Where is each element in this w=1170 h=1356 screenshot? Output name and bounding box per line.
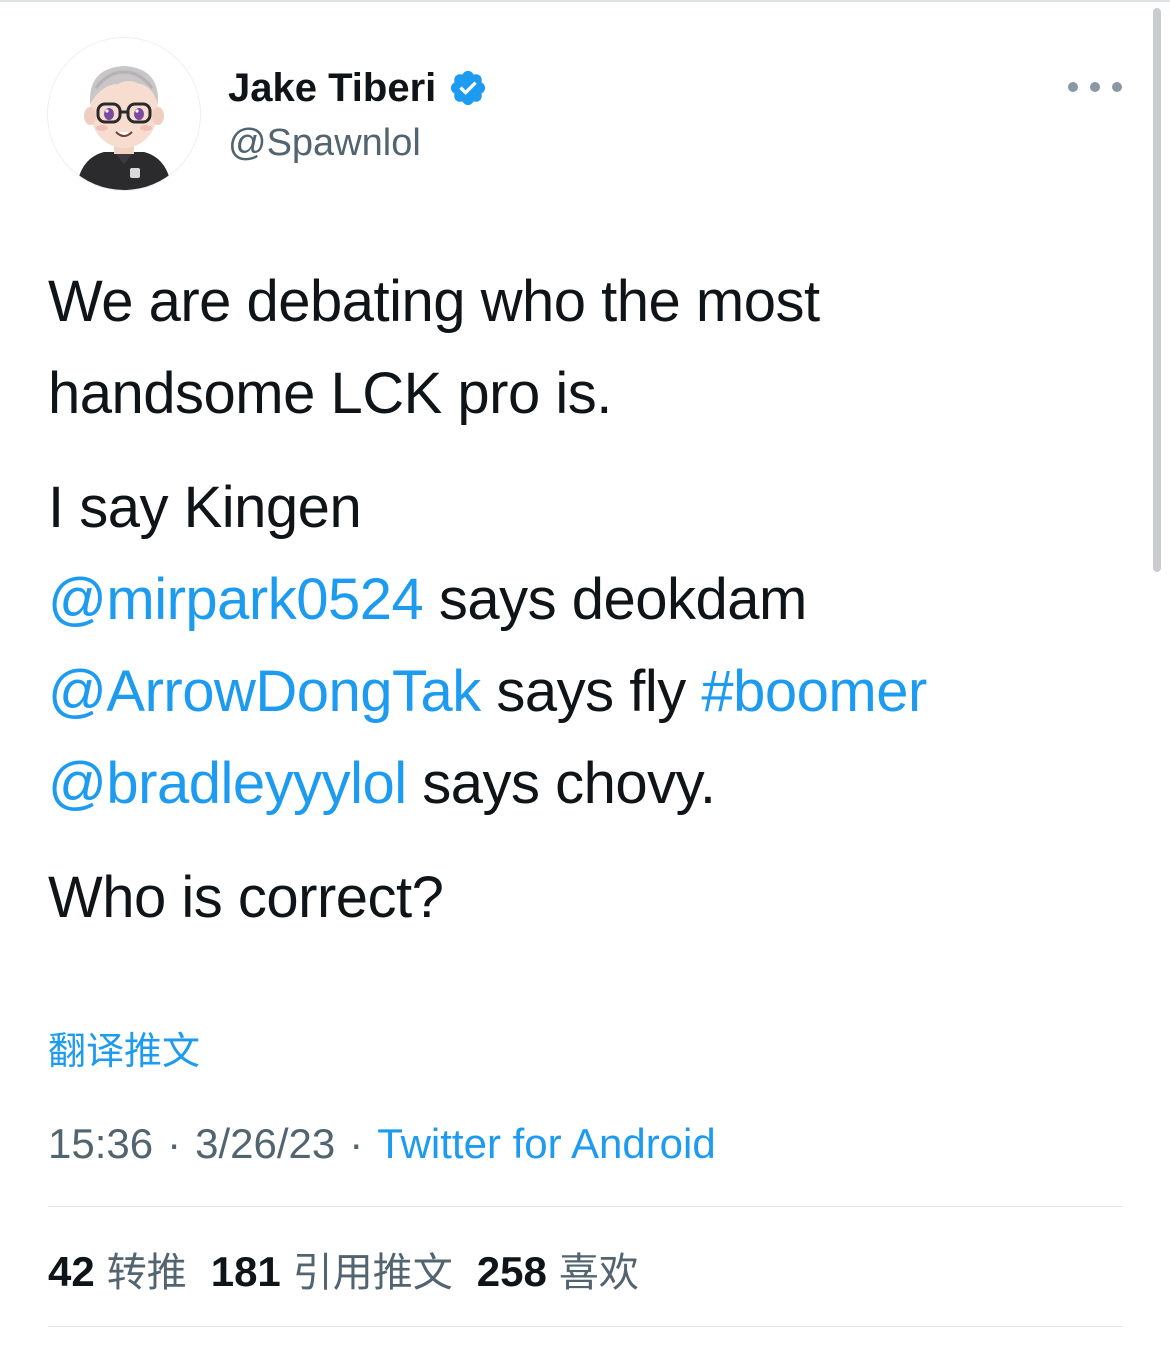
tweet-line: @ArrowDongTak says fly #boomer <box>48 646 1128 738</box>
scrollbar[interactable] <box>1153 8 1161 572</box>
tweet-source-link[interactable]: Twitter for Android <box>377 1120 715 1167</box>
verified-badge-icon <box>451 70 486 106</box>
likes-count: 258 <box>476 1248 547 1295</box>
avatar-illustration <box>48 38 200 190</box>
stats-top-divider <box>48 1206 1122 1207</box>
mention-link[interactable]: @ArrowDongTak <box>48 659 481 724</box>
tweet-meta: 15:36 · 3/26/23 · Twitter for Android <box>48 1118 716 1170</box>
tweet-line-text: says fly <box>480 659 702 724</box>
display-name-text: Jake Tiberi <box>228 66 437 110</box>
tweet-text: We are debating who the most handsome LC… <box>48 256 1128 944</box>
retweets-count: 42 <box>48 1248 95 1295</box>
tweet-line-text: Who is correct? <box>48 865 444 930</box>
avatar[interactable] <box>48 38 200 190</box>
tweet-line: I say Kingen <box>48 462 1128 554</box>
tweet-line: @bradleyyylol says chovy. <box>48 738 1128 830</box>
translate-tweet-link[interactable]: 翻译推文 <box>48 1026 200 1076</box>
mention-link[interactable]: @bradleyyylol <box>48 751 407 816</box>
more-dot <box>1112 82 1122 92</box>
retweets-stat[interactable]: 42 转推 <box>48 1240 187 1298</box>
tweet-line-text: says chovy. <box>406 751 716 816</box>
tweet-line-text: says deokdam <box>423 567 807 632</box>
tweet-line: Who is correct? <box>48 852 1128 944</box>
top-divider <box>0 0 1170 2</box>
hashtag-link[interactable]: #boomer <box>701 659 927 724</box>
tweet-line: We are debating who the most <box>48 256 1128 348</box>
meta-separator: · <box>167 1120 182 1167</box>
author-display-name[interactable]: Jake Tiberi <box>228 62 488 114</box>
likes-stat[interactable]: 258 喜欢 <box>477 1240 639 1298</box>
retweets-label: 转推 <box>106 1250 187 1296</box>
stats-bottom-divider <box>48 1326 1122 1327</box>
quotes-count: 181 <box>210 1248 281 1295</box>
tweet-stats: 42 转推 181 引用推文 258 喜欢 <box>48 1240 663 1298</box>
tweet-line-text: We are debating who the most <box>48 269 820 334</box>
more-options-icon[interactable] <box>1068 72 1122 102</box>
tweet-line-text: handsome LCK pro is. <box>48 361 612 426</box>
meta-separator: · <box>349 1120 364 1167</box>
mention-link[interactable]: @mirpark0524 <box>48 567 424 632</box>
author-handle[interactable]: @Spawnlol <box>228 118 421 168</box>
tweet-time[interactable]: 15:36 <box>48 1120 153 1167</box>
more-dot <box>1068 82 1078 92</box>
quotes-stat[interactable]: 181 引用推文 <box>211 1240 453 1298</box>
tweet-line: handsome LCK pro is. <box>48 348 1128 440</box>
likes-label: 喜欢 <box>558 1250 639 1296</box>
tweet-line: @mirpark0524 says deokdam <box>48 554 1128 646</box>
quotes-label: 引用推文 <box>292 1250 453 1296</box>
tweet-line-text: I say Kingen <box>48 475 362 540</box>
more-dot <box>1090 82 1100 92</box>
tweet-date[interactable]: 3/26/23 <box>195 1120 335 1167</box>
